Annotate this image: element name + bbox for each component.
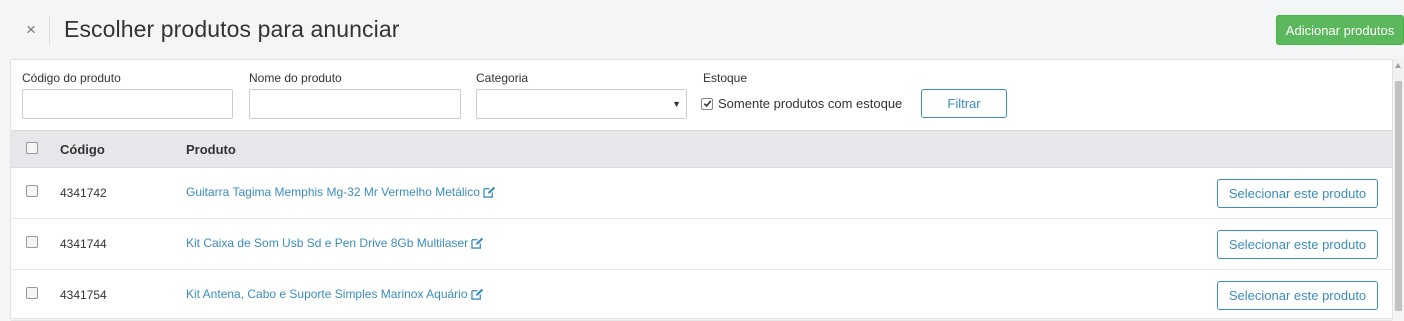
- close-icon[interactable]: ×: [23, 20, 39, 40]
- product-code: 4341742: [60, 186, 107, 200]
- code-filter-label: Código do produto: [22, 71, 121, 85]
- row-checkbox[interactable]: [26, 236, 38, 248]
- checkmark-icon: [703, 100, 711, 108]
- product-link[interactable]: Guitarra Tagima Memphis Mg-32 Mr Vermelh…: [186, 185, 496, 199]
- product-code: 4341754: [60, 288, 107, 302]
- column-header-code: Código: [60, 142, 105, 157]
- modal-header: × Escolher produtos para anunciar Adicio…: [0, 0, 1404, 60]
- filter-button[interactable]: Filtrar: [921, 89, 1007, 118]
- name-filter-label: Nome do produto: [249, 71, 342, 85]
- category-select[interactable]: ▼: [476, 89, 687, 119]
- product-link[interactable]: Kit Antena, Cabo e Suporte Simples Marin…: [186, 287, 484, 301]
- vertical-scrollbar[interactable]: [1393, 59, 1404, 311]
- page-title: Escolher produtos para anunciar: [64, 16, 400, 42]
- stock-checkbox[interactable]: [701, 97, 713, 110]
- stock-checkbox-label: Somente produtos com estoque: [718, 96, 903, 111]
- row-checkbox[interactable]: [26, 287, 38, 299]
- scrollbar-thumb[interactable]: [1395, 81, 1402, 311]
- products-panel: Código do produto Nome do produto Catego…: [10, 59, 1394, 321]
- edit-icon[interactable]: [470, 288, 484, 300]
- name-filter-input[interactable]: [249, 89, 461, 119]
- code-filter-input[interactable]: [22, 89, 233, 119]
- table-row: 4341742 Guitarra Tagima Memphis Mg-32 Mr…: [11, 168, 1392, 219]
- table-row: 4341744 Kit Caixa de Som Usb Sd e Pen Dr…: [11, 219, 1392, 270]
- row-checkbox[interactable]: [26, 185, 38, 197]
- add-products-button[interactable]: Adicionar produtos: [1276, 15, 1404, 45]
- product-link[interactable]: Kit Caixa de Som Usb Sd e Pen Drive 8Gb …: [186, 236, 484, 250]
- select-product-button[interactable]: Selecionar este produto: [1217, 281, 1378, 310]
- select-all-checkbox[interactable]: [26, 142, 38, 154]
- product-code: 4341744: [60, 237, 107, 251]
- stock-filter-option[interactable]: Somente produtos com estoque: [701, 96, 902, 111]
- title-divider: [49, 17, 50, 45]
- product-name: Kit Caixa de Som Usb Sd e Pen Drive 8Gb …: [186, 236, 469, 250]
- product-name: Kit Antena, Cabo e Suporte Simples Marin…: [186, 287, 468, 301]
- table-row: 4341754 Kit Antena, Cabo e Suporte Simpl…: [11, 270, 1392, 321]
- stock-filter-label: Estoque: [703, 71, 748, 85]
- table-header: Código Produto: [11, 130, 1392, 168]
- scroll-up-arrow-icon[interactable]: [1395, 63, 1401, 68]
- edit-icon[interactable]: [483, 186, 496, 198]
- category-filter-label: Categoria: [476, 71, 529, 85]
- product-name: Guitarra Tagima Memphis Mg-32 Mr Vermelh…: [186, 185, 480, 199]
- select-product-button[interactable]: Selecionar este produto: [1217, 230, 1378, 259]
- column-header-product: Produto: [186, 142, 236, 157]
- filter-bar: Código do produto Nome do produto Catego…: [11, 60, 1394, 130]
- select-product-button[interactable]: Selecionar este produto: [1217, 179, 1378, 208]
- edit-icon[interactable]: [471, 237, 484, 249]
- chevron-down-icon: ▼: [672, 99, 681, 109]
